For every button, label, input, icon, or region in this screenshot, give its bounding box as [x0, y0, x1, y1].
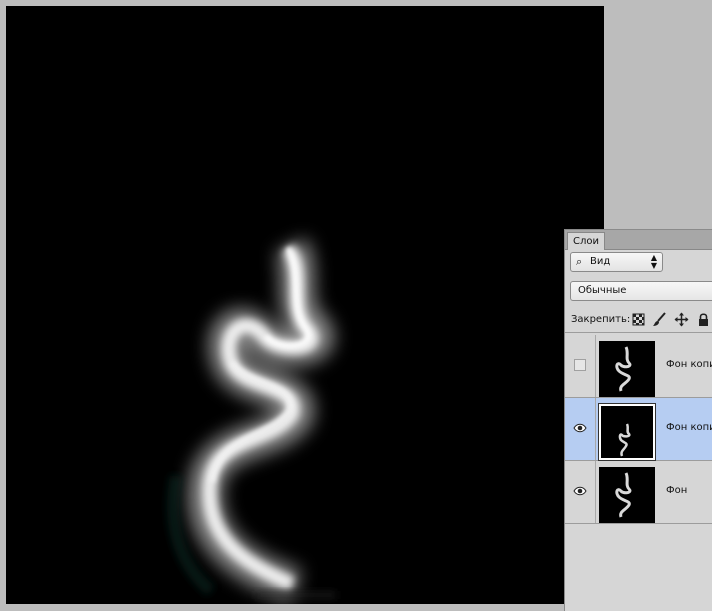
updown-arrows-icon: ▲ ▼: [650, 253, 657, 270]
visibility-toggle[interactable]: [565, 398, 596, 460]
lock-label: Закрепить:: [571, 314, 631, 325]
eye-icon: [573, 486, 587, 496]
document-canvas[interactable]: [6, 6, 604, 604]
lock-image-pixels-icon[interactable]: [652, 312, 667, 327]
layer-name[interactable]: Фон копия: [666, 422, 712, 433]
layer-thumbnail-image: [615, 346, 632, 392]
blend-mode-label: Обычные: [578, 285, 627, 296]
search-icon: ⌕: [576, 255, 583, 268]
visibility-off-box: [574, 359, 586, 371]
layer-thumbnail: [599, 341, 655, 397]
blend-mode-select[interactable]: Обычные: [570, 281, 712, 301]
layer-name[interactable]: Фон копия: [666, 359, 712, 370]
layers-panel: Слои ⌕ Вид ▲ ▼ Обычные Закрепить: Фон ко…: [564, 229, 712, 611]
visibility-toggle[interactable]: [565, 335, 596, 397]
layer-row[interactable]: Фон копия: [565, 398, 712, 461]
lock-row: Закрепить:: [565, 308, 712, 333]
lock-all-icon[interactable]: [696, 312, 711, 327]
layer-filter-label: Вид: [590, 256, 611, 267]
layer-filter-select[interactable]: ⌕ Вид ▲ ▼: [570, 252, 663, 272]
layer-row[interactable]: Фон копия: [565, 335, 712, 398]
layer-name[interactable]: Фон: [666, 485, 687, 496]
panel-tab-strip: Слои: [565, 230, 712, 250]
layer-row[interactable]: Фон: [565, 461, 712, 524]
layer-thumbnail: [599, 467, 655, 523]
layer-thumbnail-image: [618, 423, 631, 457]
lock-position-icon[interactable]: [674, 312, 689, 327]
visibility-toggle[interactable]: [565, 461, 596, 523]
smoke-image: [167, 238, 336, 603]
layer-thumbnail: [598, 403, 656, 461]
tab-layers[interactable]: Слои: [567, 232, 605, 250]
eye-icon: [573, 423, 587, 433]
layer-thumbnail-image: [615, 472, 632, 518]
lock-transparent-pixels-icon[interactable]: [631, 312, 646, 327]
